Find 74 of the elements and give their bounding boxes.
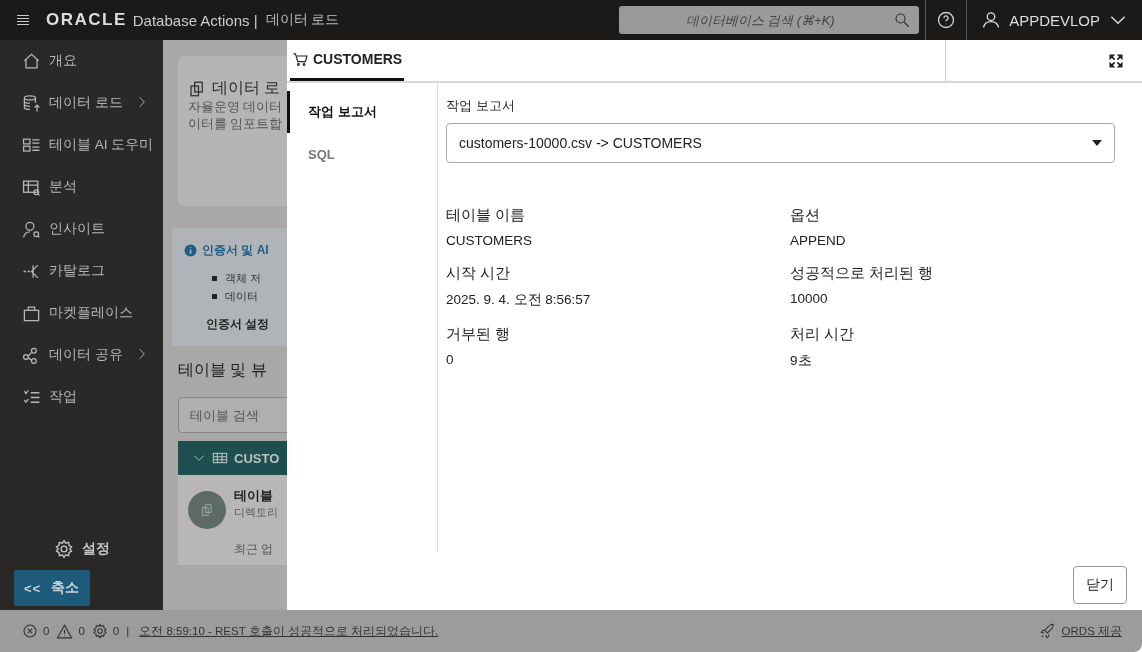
- tree-label: CUSTO: [234, 450, 280, 466]
- item-meta: 최근 업: [234, 542, 275, 557]
- info-icon: [184, 244, 197, 257]
- field-value: 0: [446, 352, 455, 367]
- section-title: 테이블 및 뷰: [178, 360, 268, 380]
- field-label: 테이블 이름: [446, 206, 527, 225]
- nav-item[interactable]: 데이터 로드: [0, 82, 163, 124]
- dropdown-caret-icon: [1092, 140, 1102, 146]
- field-value: 10000: [790, 291, 829, 306]
- report-tab[interactable]: CUSTOMERS: [290, 40, 405, 81]
- side-tab[interactable]: SQL: [287, 133, 437, 175]
- settings-count: 0: [112, 625, 120, 637]
- field-value: 2025. 9. 4. 오전 8:56:57: [446, 291, 592, 309]
- nav-item[interactable]: 작업: [0, 376, 163, 418]
- nav-item[interactable]: 개요: [0, 40, 163, 82]
- brand-logo: ORACLE: [46, 10, 127, 30]
- close-button[interactable]: 닫기: [1073, 566, 1127, 604]
- card-text: 이터를 임포트합: [188, 116, 284, 133]
- settings-icon: [91, 623, 108, 639]
- error-count: 0: [43, 625, 50, 637]
- side-tab[interactable]: 작업 보고서: [287, 91, 437, 133]
- item-title: 테이블: [234, 487, 274, 505]
- item-text: 디렉토리: [234, 505, 278, 520]
- rocket-icon: [1039, 623, 1056, 639]
- search-icon: [893, 11, 912, 29]
- page-title: 데이터 로드: [265, 11, 340, 29]
- settings-button[interactable]: 설정: [0, 534, 163, 564]
- help-icon: [936, 10, 957, 30]
- field-label: 옵션: [790, 206, 821, 225]
- copy-icon: [188, 79, 206, 98]
- status-message-link[interactable]: 오전 8:59:10 - REST 호출이 성공적으로 처리되었습니다.: [139, 623, 439, 639]
- field-label: 시작 시간: [446, 264, 512, 283]
- user-menu[interactable]: APPDEVLOP: [967, 0, 1142, 40]
- provider-link[interactable]: ORDS 제공: [1061, 623, 1122, 639]
- field-label: 작업 보고서: [446, 97, 516, 115]
- search-field[interactable]: 데이터베이스 검색 (⌘+K): [619, 6, 920, 34]
- cart-icon: [292, 50, 309, 68]
- table-search-field[interactable]: 테이블 검색: [178, 397, 287, 433]
- field-label: 성공적으로 처리된 행: [790, 264, 935, 283]
- database-upload-icon: [22, 93, 41, 113]
- bullet-icon: [212, 293, 217, 299]
- tree-row[interactable]: CUSTO: [178, 441, 287, 475]
- notice-text: 데이터: [225, 289, 258, 304]
- warning-count: 0: [78, 625, 85, 637]
- bullet-icon: [212, 275, 217, 281]
- card-text: 자율운영 데이터: [188, 99, 284, 116]
- nav-item[interactable]: 데이터 공유: [0, 334, 163, 376]
- nav-item[interactable]: 분석: [0, 166, 163, 208]
- nav-item[interactable]: 카탈로그: [0, 250, 163, 292]
- settings-icon: [53, 539, 74, 559]
- warning-icon: [56, 622, 74, 640]
- nav-item[interactable]: 마켓플레이스: [0, 292, 163, 334]
- table-icon: [212, 450, 228, 466]
- expand-icon: [1108, 52, 1124, 69]
- field-label: 처리 시간: [790, 325, 856, 344]
- notice-text: 객체 저: [225, 271, 262, 286]
- file-icon: [200, 503, 214, 517]
- field-value: APPEND: [790, 233, 847, 248]
- home-icon: [22, 51, 41, 71]
- app-title: Database Actions |: [132, 11, 258, 29]
- separator-text: |: [126, 625, 130, 637]
- collapse-button[interactable]: << 축소: [14, 570, 90, 606]
- field-value: CUSTOMERS: [446, 233, 533, 248]
- nav-item[interactable]: 테이블 AI 도우미: [0, 124, 163, 166]
- card-title: 데이터 로: [212, 78, 281, 98]
- user-icon: [981, 10, 1002, 30]
- credential-link[interactable]: 인증서 설정: [206, 318, 270, 330]
- notice-title: 인증서 및 AI: [202, 242, 269, 259]
- error-icon: [22, 623, 38, 639]
- person-search-icon: [22, 219, 41, 239]
- field-value: 9초: [790, 352, 813, 370]
- job-select[interactable]: customers-10000.csv -> CUSTOMERS: [446, 123, 1115, 163]
- nav-item[interactable]: 인사이트: [0, 208, 163, 250]
- field-label: 거부된 행: [446, 325, 512, 344]
